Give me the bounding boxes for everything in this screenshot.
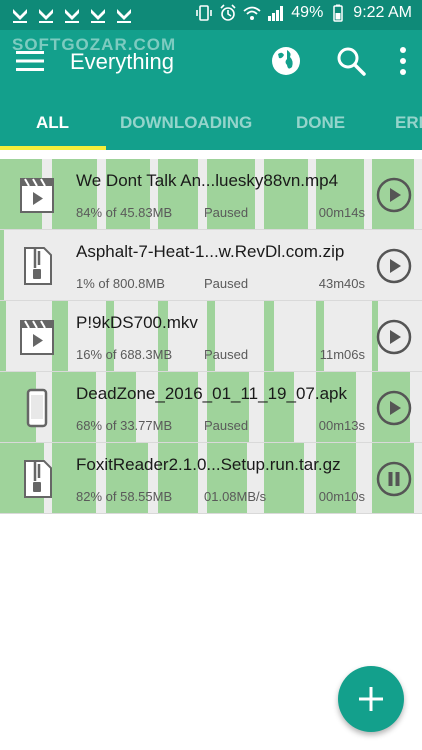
tab-bar: ALL DOWNLOADING DONE ERR: [0, 92, 422, 150]
battery-percent: 49%: [291, 4, 324, 21]
download-icon: [13, 9, 27, 23]
add-download-button[interactable]: [338, 666, 404, 732]
status-indicators: 49% 9:22 AM: [195, 4, 412, 22]
clock: 9:22 AM: [353, 4, 412, 21]
search-icon[interactable]: [335, 45, 367, 77]
tab-done[interactable]: DONE: [296, 92, 345, 150]
app-title: Everything: [70, 49, 174, 74]
phone-file-icon: [26, 388, 48, 428]
file-name: Asphalt-7-Heat-1...w.RevDl.com.zip: [76, 242, 345, 261]
battery-icon: [333, 4, 344, 22]
file-progress: 16% of 688.3MB: [76, 347, 173, 362]
tab-error[interactable]: ERR: [395, 92, 422, 150]
video-file-icon: [20, 320, 54, 355]
file-progress: 1% of 800.8MB: [76, 276, 165, 291]
download-item[interactable]: P!9kDS700.mkv 16% of 688.3MB Paused 11m0…: [0, 301, 422, 372]
app-bar: SOFTGOZAR.COM Everything: [0, 30, 422, 92]
signal-icon: [268, 6, 284, 21]
video-file-icon: [20, 178, 54, 213]
download-list: We Dont Talk An...luesky88vn.mp4 84% of …: [0, 159, 422, 514]
file-status: 01.08MB/s: [204, 489, 267, 504]
file-status: Paused: [204, 347, 249, 362]
file-name: We Dont Talk An...luesky88vn.mp4: [76, 171, 339, 190]
file-progress: 82% of 58.55MB: [76, 489, 173, 504]
status-bar: 49% 9:22 AM: [0, 0, 422, 30]
time-remaining: 00m10s: [318, 489, 365, 504]
play-button[interactable]: [376, 177, 412, 213]
file-status: Paused: [204, 205, 249, 220]
play-button[interactable]: [376, 319, 412, 355]
zip-file-icon: [24, 247, 52, 285]
time-remaining: 00m13s: [318, 418, 365, 433]
play-button[interactable]: [376, 390, 412, 426]
download-icon: [39, 9, 53, 23]
download-icon: [117, 9, 131, 23]
download-item[interactable]: Asphalt-7-Heat-1...w.RevDl.com.zip 1% of…: [0, 230, 422, 301]
zip-file-icon: [24, 460, 52, 498]
notification-icons: [10, 5, 134, 25]
file-name: P!9kDS700.mkv: [76, 313, 198, 332]
download-icon: [65, 9, 79, 23]
download-item[interactable]: We Dont Talk An...luesky88vn.mp4 84% of …: [0, 159, 422, 230]
download-item[interactable]: FoxitReader2.1.0...Setup.run.tar.gz 82% …: [0, 443, 422, 514]
time-remaining: 43m40s: [318, 276, 365, 291]
download-item[interactable]: DeadZone_2016_01_11_19_07.apk 68% of 33.…: [0, 372, 422, 443]
tab-downloading[interactable]: DOWNLOADING: [120, 92, 252, 150]
play-button[interactable]: [376, 248, 412, 284]
pause-button[interactable]: [376, 461, 412, 497]
tab-all[interactable]: ALL: [36, 92, 69, 150]
wifi-icon: [243, 6, 261, 20]
tab-indicator: [0, 146, 106, 150]
alarm-icon: [220, 4, 236, 21]
vibrate-icon: [196, 5, 213, 21]
file-status: Paused: [204, 276, 249, 291]
time-remaining: 11m06s: [319, 347, 365, 362]
globe-icon[interactable]: [270, 45, 302, 77]
file-status: Paused: [204, 418, 249, 433]
time-remaining: 00m14s: [318, 205, 365, 220]
file-name: FoxitReader2.1.0...Setup.run.tar.gz: [76, 455, 341, 474]
file-progress: 84% of 45.83MB: [76, 205, 173, 220]
plus-icon: [359, 687, 383, 711]
file-name: DeadZone_2016_01_11_19_07.apk: [76, 384, 347, 403]
file-progress: 68% of 33.77MB: [76, 418, 173, 433]
download-icon: [91, 9, 105, 23]
menu-icon[interactable]: [16, 48, 44, 74]
more-options-icon[interactable]: [392, 44, 414, 78]
